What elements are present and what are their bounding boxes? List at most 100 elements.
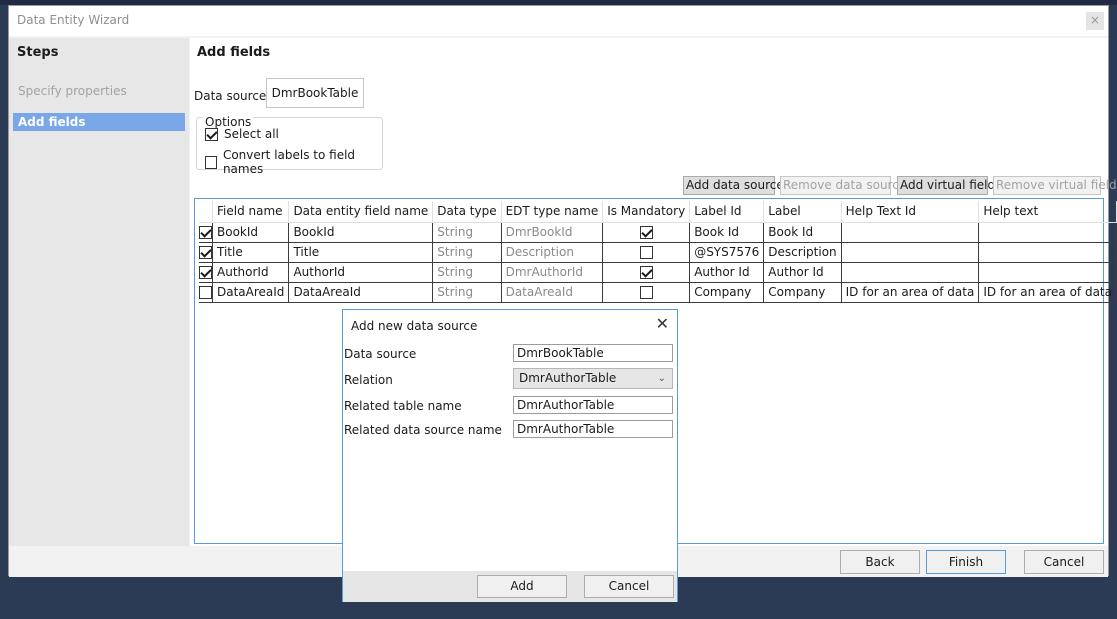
label-id-cell[interactable]: @SYS7576 <box>689 242 765 263</box>
field-name-cell[interactable]: BookId <box>212 222 290 243</box>
window-close-button[interactable]: × <box>1086 12 1104 30</box>
data-source-value[interactable]: DmrBookTable <box>266 78 364 108</box>
table-row[interactable]: BookId BookId String DmrBookId Book Id B… <box>199 222 1117 243</box>
label-id-cell[interactable]: Company <box>689 282 765 303</box>
add-data-source-button[interactable]: Add data source <box>683 176 784 195</box>
field-name-cell[interactable]: AuthorId <box>212 262 290 283</box>
row-select-checkbox[interactable] <box>199 266 212 279</box>
label-cell[interactable]: Description <box>763 242 842 263</box>
mandatory-checkbox[interactable] <box>639 266 653 279</box>
mandatory-cell[interactable] <box>602 262 691 283</box>
dialog-relation-select[interactable]: DmrAuthorTable ⌄ <box>513 368 673 389</box>
window-title: Data Entity Wizard <box>17 13 130 27</box>
label-id-cell[interactable]: Book Id <box>689 222 765 243</box>
dialog-data-source-label: Data source <box>344 347 417 361</box>
dialog-cancel-button[interactable]: Cancel <box>584 575 674 598</box>
data-type-cell: String <box>432 282 502 303</box>
col-edt-header[interactable]: EDT type name <box>501 201 604 223</box>
entity-field-cell[interactable]: Title <box>288 242 434 263</box>
mandatory-cell[interactable] <box>602 282 691 303</box>
entity-field-cell[interactable]: BookId <box>288 222 434 243</box>
data-type-cell: String <box>432 262 502 283</box>
label-cell[interactable]: Author Id <box>763 262 842 283</box>
edt-cell: DataAreaId <box>501 282 604 303</box>
convert-labels-checkbox[interactable] <box>205 155 217 169</box>
help-text-cell[interactable] <box>978 262 1117 283</box>
row-select-cell[interactable] <box>199 222 213 243</box>
page-title: Add fields <box>197 45 271 60</box>
step-add-fields[interactable]: Add fields <box>13 113 185 131</box>
mandatory-cell[interactable] <box>602 242 691 263</box>
select-all-checkbox[interactable] <box>205 127 218 141</box>
add-virtual-field-button[interactable]: Add virtual field <box>897 176 995 195</box>
help-text-id-cell[interactable]: ID for an area of data <box>841 282 980 303</box>
mandatory-checkbox[interactable] <box>639 286 653 299</box>
col-help-text-id-header[interactable]: Help Text Id <box>841 201 980 223</box>
add-data-source-dialog: Add new data source ✕ Data source DmrBoo… <box>342 309 678 602</box>
back-button[interactable]: Back <box>840 550 920 574</box>
dialog-related-ds-input[interactable]: DmrAuthorTable <box>513 420 673 438</box>
dialog-add-button[interactable]: Add <box>477 575 567 598</box>
help-text-cell[interactable]: ID for an area of data <box>978 282 1117 303</box>
col-help-text-header[interactable]: Help text <box>978 201 1117 223</box>
field-name-cell[interactable]: Title <box>212 242 290 263</box>
col-label-id-header[interactable]: Label Id <box>689 201 765 223</box>
edt-cell: DmrAuthorId <box>501 262 604 283</box>
row-select-checkbox[interactable] <box>199 246 212 259</box>
entity-field-cell[interactable]: AuthorId <box>288 262 434 283</box>
help-text-id-cell[interactable] <box>841 242 980 263</box>
help-text-cell[interactable] <box>978 222 1117 243</box>
row-select-cell[interactable] <box>199 262 213 283</box>
dialog-close-icon[interactable]: ✕ <box>656 316 669 332</box>
mandatory-cell[interactable] <box>602 222 691 243</box>
dialog-relation-label: Relation <box>344 373 393 387</box>
data-type-cell: String <box>432 222 502 243</box>
field-name-cell[interactable]: DataAreaId <box>212 282 290 303</box>
col-entity-field-header[interactable]: Data entity field name <box>288 201 434 223</box>
col-mandatory-header[interactable]: Is Mandatory <box>602 201 691 223</box>
help-text-id-cell[interactable] <box>841 262 980 283</box>
fields-table: Field name Data entity field name Data t… <box>199 201 1117 303</box>
table-header-row: Field name Data entity field name Data t… <box>199 201 1117 223</box>
row-select-cell[interactable] <box>199 242 213 263</box>
finish-button[interactable]: Finish <box>926 550 1006 574</box>
help-text-cell[interactable] <box>978 242 1117 263</box>
col-data-type-header[interactable]: Data type <box>432 201 502 223</box>
remove-data-source-button[interactable]: Remove data source <box>780 176 906 195</box>
row-select-checkbox[interactable] <box>199 226 212 239</box>
remove-virtual-field-button[interactable]: Remove virtual field <box>993 176 1117 195</box>
convert-labels-option[interactable]: Convert labels to field names <box>205 148 382 176</box>
table-row[interactable]: DataAreaId DataAreaId String DataAreaId … <box>199 282 1117 303</box>
title-bar: Data Entity Wizard × <box>9 6 1108 36</box>
table-row[interactable]: Title Title String Description @SYS7576 … <box>199 242 1117 263</box>
select-all-label: Select all <box>224 127 279 141</box>
col-label-header[interactable]: Label <box>763 201 842 223</box>
dialog-footer: Add Cancel <box>343 571 677 602</box>
dialog-data-source-input[interactable]: DmrBookTable <box>513 344 673 362</box>
label-cell[interactable]: Company <box>763 282 842 303</box>
cancel-button[interactable]: Cancel <box>1024 550 1104 574</box>
row-select-cell[interactable] <box>199 282 213 303</box>
mandatory-checkbox[interactable] <box>639 226 653 239</box>
row-select-checkbox[interactable] <box>199 286 212 299</box>
steps-panel: Steps Specify properties Add fields <box>9 38 189 546</box>
data-type-cell: String <box>432 242 502 263</box>
relation-selected-value: DmrAuthorTable <box>519 371 617 385</box>
step-specify-properties[interactable]: Specify properties <box>13 82 185 100</box>
col-field-name-header[interactable]: Field name <box>212 201 290 223</box>
chevron-down-icon: ⌄ <box>657 373 666 384</box>
table-row[interactable]: AuthorId AuthorId String DmrAuthorId Aut… <box>199 262 1117 283</box>
help-text-id-cell[interactable] <box>841 222 980 243</box>
dialog-related-table-input[interactable]: DmrAuthorTable <box>513 396 673 414</box>
dialog-related-table-label: Related table name <box>344 399 462 413</box>
entity-field-cell[interactable]: DataAreaId <box>288 282 434 303</box>
col-select-header <box>199 201 213 223</box>
options-group: Options Select all Convert labels to fie… <box>196 115 383 176</box>
dialog-related-ds-label: Related data source name <box>344 423 502 437</box>
select-all-option[interactable]: Select all <box>205 127 279 141</box>
label-id-cell[interactable]: Author Id <box>689 262 765 283</box>
steps-title: Steps <box>17 45 59 60</box>
mandatory-checkbox[interactable] <box>639 246 653 259</box>
label-cell[interactable]: Book Id <box>763 222 842 243</box>
dialog-title: Add new data source <box>351 319 478 333</box>
